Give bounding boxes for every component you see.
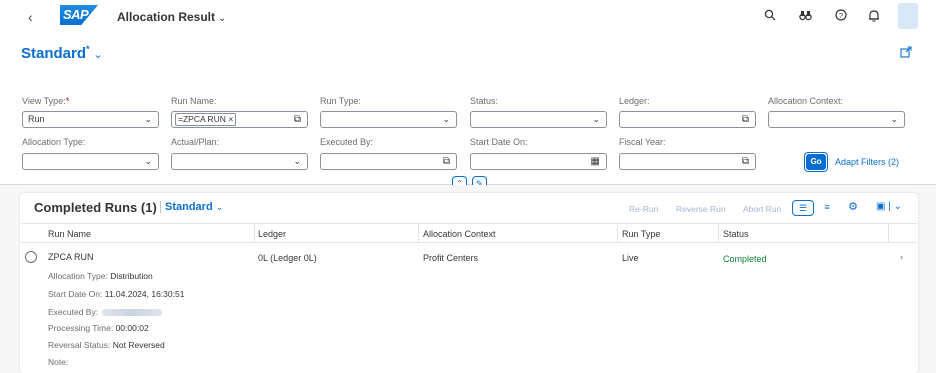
chevron-down-icon: ⌄ bbox=[144, 114, 152, 124]
search-icon[interactable] bbox=[762, 9, 778, 25]
detail-allocation-type: Allocation Type: Distribution bbox=[48, 271, 153, 281]
rerun-button[interactable]: Re-Run bbox=[629, 204, 658, 214]
column-divider bbox=[617, 224, 618, 242]
column-header-run-name[interactable]: Run Name bbox=[48, 229, 91, 239]
ledger-input[interactable]: ⧉ bbox=[619, 111, 756, 128]
allocation-type-select[interactable]: ⌄ bbox=[22, 153, 159, 170]
table-title: Completed Runs (1) bbox=[34, 200, 157, 215]
allocation-context-label: Allocation Context: bbox=[768, 96, 844, 106]
calendar-icon[interactable]: ▦ bbox=[591, 154, 600, 169]
value-help-icon[interactable]: ⧉ bbox=[742, 154, 749, 169]
chevron-down-icon: ⌄ bbox=[144, 156, 152, 166]
detail-note: Note: bbox=[48, 357, 69, 367]
column-header-run-type[interactable]: Run Type bbox=[622, 229, 660, 239]
reverse-run-button[interactable]: Reverse Run bbox=[676, 204, 726, 214]
cell-ledger: 0L (Ledger 0L) bbox=[258, 253, 317, 263]
run-type-select[interactable]: ⌄ bbox=[320, 111, 457, 128]
view-type-select[interactable]: Run ⌄ bbox=[22, 111, 159, 128]
detail-start-date: Start Date On: 11.04.2024, 16:30:51 bbox=[48, 289, 185, 299]
variant-dirty-mark: * bbox=[86, 44, 90, 54]
chevron-down-icon: ⌄ bbox=[592, 114, 600, 124]
column-divider bbox=[888, 224, 889, 242]
app-title-menu[interactable]: Allocation Result ⌄ bbox=[117, 10, 226, 24]
show-details-icon[interactable]: ☰ bbox=[792, 200, 814, 216]
chevron-down-icon: ⌄ bbox=[218, 13, 227, 24]
adapt-filters-button[interactable]: Adapt Filters (2) bbox=[835, 157, 899, 167]
actual-plan-select[interactable]: ⌄ bbox=[171, 153, 308, 170]
value-help-icon[interactable]: ⧉ bbox=[443, 154, 450, 169]
start-date-on-label: Start Date On: bbox=[470, 137, 528, 147]
value-help-icon[interactable]: ⧉ bbox=[294, 112, 301, 127]
row-navigation-icon[interactable]: › bbox=[900, 252, 903, 262]
app-title: Allocation Result bbox=[117, 10, 216, 24]
variant-name: Standard bbox=[21, 45, 87, 62]
cell-allocation-context: Profit Centers bbox=[423, 253, 479, 263]
chevron-down-icon: ⌄ bbox=[890, 114, 898, 124]
run-name-input[interactable]: =ZPCA RUN × ⧉ bbox=[171, 111, 308, 128]
ledger-label: Ledger: bbox=[619, 96, 650, 106]
run-name-label: Run Name: bbox=[171, 96, 217, 106]
column-header-ledger[interactable]: Ledger bbox=[258, 229, 286, 239]
settings-icon[interactable]: ⚙ bbox=[846, 200, 860, 216]
export-icon[interactable]: ▣ | ⌄ bbox=[874, 200, 904, 216]
sap-logo[interactable]: SAP bbox=[60, 5, 98, 25]
go-button[interactable]: Go bbox=[806, 154, 826, 170]
hide-details-icon[interactable]: ≡ bbox=[818, 200, 836, 216]
table-variant-selector[interactable]: Standard ⌄ bbox=[160, 201, 223, 213]
share-icon[interactable] bbox=[900, 46, 912, 58]
value-help-icon[interactable]: ⧉ bbox=[742, 112, 749, 127]
redacted-user bbox=[102, 309, 163, 317]
shell-bar: ‹ SAP Allocation Result ⌄ ? bbox=[0, 0, 936, 36]
header-bottom-border bbox=[21, 242, 917, 243]
chevron-down-icon: ⌄ bbox=[293, 156, 301, 166]
row-select-radio[interactable] bbox=[25, 251, 37, 263]
cell-run-type: Live bbox=[622, 253, 639, 263]
avatar[interactable] bbox=[898, 3, 918, 29]
chevron-down-icon: ⌄ bbox=[93, 49, 103, 61]
fiscal-year-label: Fiscal Year: bbox=[619, 137, 666, 147]
abort-run-button[interactable]: Abort Run bbox=[743, 204, 781, 214]
run-name-token[interactable]: =ZPCA RUN × bbox=[175, 113, 237, 126]
start-date-on-picker[interactable]: ▦ bbox=[470, 153, 607, 170]
column-header-status[interactable]: Status bbox=[723, 229, 749, 239]
variant-selector[interactable]: Standard* ⌄ bbox=[21, 44, 103, 62]
column-divider bbox=[418, 224, 419, 242]
fiscal-year-input[interactable]: ⧉ bbox=[619, 153, 756, 170]
executed-by-input[interactable]: ⧉ bbox=[320, 153, 457, 170]
allocation-type-label: Allocation Type: bbox=[22, 137, 86, 147]
table-top-border bbox=[21, 223, 917, 224]
binoculars-icon[interactable] bbox=[797, 9, 813, 25]
detail-reversal-status: Reversal Status: Not Reversed bbox=[48, 340, 165, 350]
view-type-label: View Type:* bbox=[22, 96, 70, 106]
cell-run-name: ZPCA RUN bbox=[48, 252, 94, 262]
cell-status: Completed bbox=[723, 254, 767, 264]
help-icon[interactable]: ? bbox=[833, 9, 849, 25]
svg-text:?: ? bbox=[839, 11, 843, 20]
allocation-context-select[interactable]: ⌄ bbox=[768, 111, 905, 128]
chevron-down-icon: ⌄ bbox=[215, 202, 224, 212]
detail-processing-time: Processing Time: 00:00:02 bbox=[48, 323, 149, 333]
status-select[interactable]: ⌄ bbox=[470, 111, 607, 128]
chevron-down-icon: ⌄ bbox=[442, 114, 450, 124]
column-header-allocation-context[interactable]: Allocation Context bbox=[423, 229, 496, 239]
column-divider bbox=[718, 224, 719, 242]
column-divider bbox=[254, 224, 255, 242]
run-type-label: Run Type: bbox=[320, 96, 361, 106]
bell-icon[interactable] bbox=[866, 9, 882, 25]
executed-by-label: Executed By: bbox=[320, 137, 374, 147]
status-label: Status: bbox=[470, 96, 499, 106]
actual-plan-label: Actual/Plan: bbox=[171, 137, 220, 147]
back-icon[interactable]: ‹ bbox=[28, 8, 44, 26]
detail-executed-by: Executed By: bbox=[48, 307, 163, 317]
